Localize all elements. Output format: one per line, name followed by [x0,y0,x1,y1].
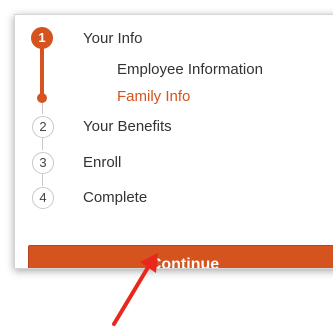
enrollment-steps-panel: 1 Your Info Employee Information Family … [14,14,333,269]
step-your-info[interactable]: Your Info [83,30,143,47]
continue-button[interactable]: Continue [28,245,333,268]
step-complete[interactable]: Complete [83,189,147,206]
step-your-benefits[interactable]: Your Benefits [83,118,172,135]
step-connector [42,103,43,114]
substep-family-info[interactable]: Family Info [117,88,190,105]
current-substep-dot [37,93,47,103]
annotation-arrow-icon [112,253,158,326]
step-2-indicator: 2 [32,116,54,138]
step-1-indicator: 1 [31,27,53,49]
step-connector [42,138,43,150]
substep-employee-information[interactable]: Employee Information [117,61,263,78]
step-3-indicator: 3 [32,152,54,174]
active-progress-connector [40,45,44,97]
step-enroll[interactable]: Enroll [83,154,121,171]
step-4-indicator: 4 [32,187,54,209]
step-connector [42,174,43,186]
